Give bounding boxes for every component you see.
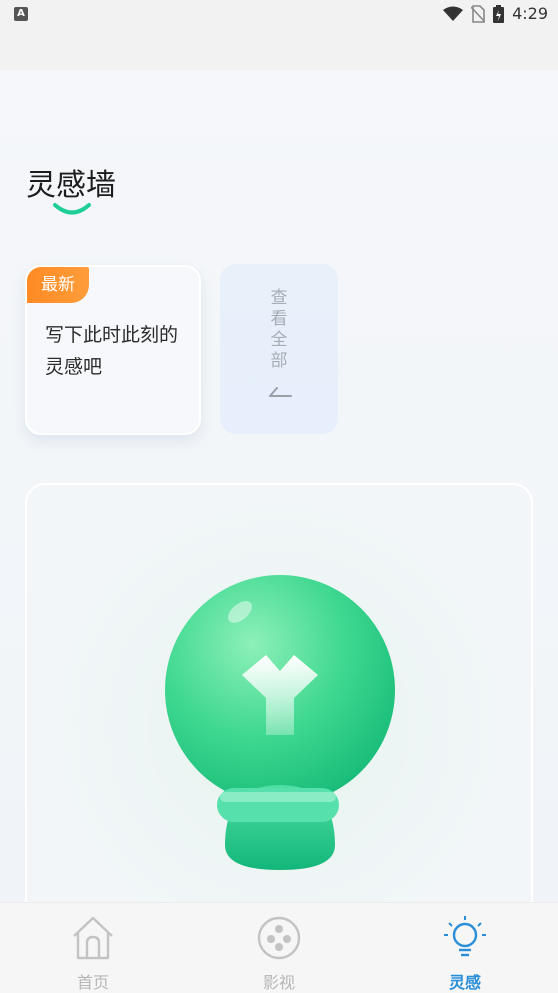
status-bar: A 4:29 [0,0,558,30]
tab-video-label: 影视 [262,973,295,992]
battery-charging-icon [493,4,505,23]
inspiration-prompt-text: 写下此时此刻的灵感吧 [45,324,179,378]
bottom-tab-bar: 首页 影视 灵感 [0,902,558,993]
inspiration-hero-card[interactable] [25,483,533,923]
page-title: 灵感墙 [26,168,116,203]
lightbulb-icon [444,916,486,957]
app-bar [0,30,558,70]
status-indicators: 4:29 [443,4,548,23]
tab-inspiration-label: 灵感 [448,973,481,992]
lightbulb-illustration-icon [165,575,395,870]
status-time: 4:29 [512,4,548,23]
view-all-button[interactable]: 查看全部 [220,264,338,434]
notification-a-icon: A [14,7,28,21]
tab-home-label: 首页 [76,973,109,992]
no-sim-icon [471,4,486,23]
tab-inspiration[interactable]: 灵感 [405,913,525,993]
view-all-label: 查看全部 [270,288,288,371]
latest-badge: 最新 [27,267,89,303]
arrow-left-icon [269,387,292,397]
home-icon [73,916,113,960]
tab-home[interactable]: 首页 [33,913,153,993]
tab-video[interactable]: 影视 [219,913,339,993]
film-reel-icon [257,916,301,960]
wifi-icon [443,6,464,21]
latest-inspiration-card[interactable]: 最新 写下此时此刻的灵感吧 [25,265,201,435]
title-smile-underline [53,203,91,215]
